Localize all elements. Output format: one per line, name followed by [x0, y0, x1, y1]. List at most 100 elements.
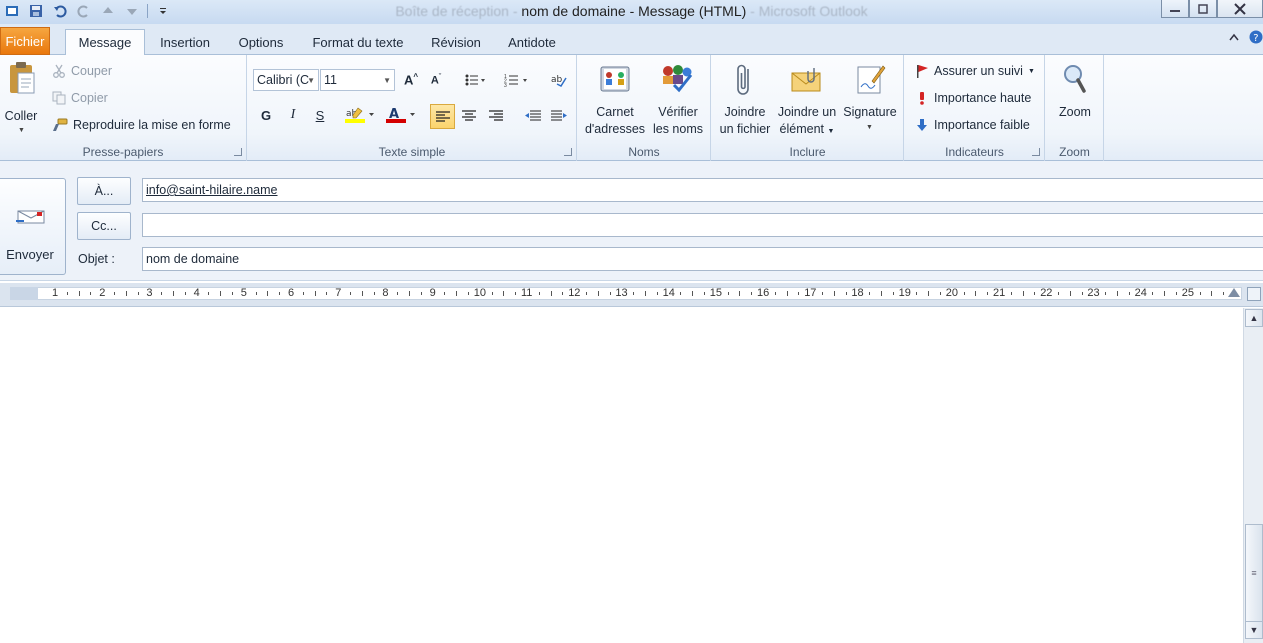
- font-name-value: Calibri (C: [257, 73, 310, 87]
- cut-button[interactable]: Couper: [52, 61, 112, 81]
- low-importance-button[interactable]: Importance faible: [915, 115, 1030, 135]
- ruler-tick: [1176, 292, 1177, 295]
- close-button[interactable]: [1217, 0, 1263, 18]
- shrink-font-button[interactable]: Aˇ: [425, 69, 447, 91]
- send-label: Envoyer: [6, 247, 54, 262]
- bullets-button[interactable]: [461, 69, 491, 91]
- zoom-button[interactable]: Zoom: [1048, 61, 1102, 141]
- scroll-up-button[interactable]: ▲: [1245, 309, 1263, 327]
- highlight-button[interactable]: ab: [342, 104, 378, 126]
- increase-indent-button[interactable]: [548, 105, 570, 127]
- italic-button[interactable]: I: [282, 104, 304, 126]
- include-group: Joindre un fichier Joindre un élément ▼ …: [712, 55, 904, 161]
- basic-text-group: Calibri (C ▼ 11 ▼ A^ Aˇ 123 ab G I S ab A: [248, 55, 577, 161]
- font-color-icon: A: [385, 106, 417, 124]
- bold-button[interactable]: G: [255, 104, 277, 126]
- ruler-tick: [1211, 291, 1213, 296]
- ruler-tick: [90, 292, 92, 295]
- tab-review[interactable]: Révision: [422, 29, 490, 55]
- ruler-tick: [538, 292, 540, 295]
- red-flag-icon: [915, 64, 929, 78]
- signature-button[interactable]: Signature ▼: [840, 61, 900, 141]
- attach-item-label-2: élément ▼: [776, 121, 838, 140]
- message-body[interactable]: [0, 308, 1243, 643]
- tab-message[interactable]: Message: [65, 29, 145, 56]
- scroll-down-button[interactable]: ▼: [1245, 621, 1263, 639]
- styles-button[interactable]: ab: [548, 69, 570, 91]
- ruler-tick: [137, 292, 139, 295]
- view-ruler-icon[interactable]: [1247, 287, 1261, 301]
- minimize-button[interactable]: [1161, 0, 1189, 18]
- ruler-number: 5: [240, 287, 247, 299]
- ruler-tick: [397, 292, 399, 295]
- ruler-tick: [468, 292, 469, 295]
- window-title-suffix: - Microsoft Outlook: [746, 3, 868, 19]
- right-indent-marker[interactable]: [1228, 288, 1240, 297]
- font-size-select[interactable]: 11 ▼: [320, 69, 395, 91]
- format-painter-button[interactable]: Reproduire la mise en forme: [52, 115, 231, 135]
- basic-text-dialog-launcher[interactable]: [564, 148, 572, 156]
- cc-button[interactable]: Cc...: [77, 212, 131, 240]
- tab-antidote[interactable]: Antidote: [498, 29, 566, 55]
- subject-field[interactable]: nom de domaine: [142, 247, 1263, 271]
- to-field[interactable]: info@saint-hilaire.name: [142, 178, 1263, 202]
- send-button[interactable]: Envoyer: [0, 178, 66, 275]
- ruler-number: 15: [709, 287, 723, 299]
- basic-text-group-label: Texte simple: [378, 145, 446, 159]
- address-book-button[interactable]: Carnet d'adresses: [582, 61, 648, 141]
- ruler-number: 4: [193, 287, 200, 299]
- check-names-button[interactable]: Vérifier les noms: [650, 61, 706, 141]
- decrease-indent-button[interactable]: [522, 105, 544, 127]
- align-right-button[interactable]: [485, 105, 507, 127]
- tab-insert[interactable]: Insertion: [150, 29, 220, 55]
- ruler-tick: [692, 291, 694, 296]
- scroll-thumb[interactable]: ≡: [1245, 524, 1263, 622]
- ruler-tick: [1199, 292, 1201, 295]
- align-left-button[interactable]: [430, 104, 455, 129]
- tab-file[interactable]: Fichier: [0, 27, 50, 55]
- to-button[interactable]: À...: [77, 177, 131, 205]
- title-bar: Boîte de réception - nom de domaine - Me…: [0, 0, 1263, 24]
- maximize-button[interactable]: [1189, 0, 1217, 18]
- high-importance-button[interactable]: Importance haute: [915, 88, 1031, 108]
- tab-options[interactable]: Options: [228, 29, 294, 55]
- chevron-down-icon: ▼: [383, 76, 391, 85]
- cc-field[interactable]: [142, 213, 1263, 237]
- collapse-ribbon-icon[interactable]: [1229, 33, 1239, 41]
- grow-font-button[interactable]: A^: [400, 69, 422, 91]
- numbering-button[interactable]: 123: [500, 69, 534, 91]
- paste-button[interactable]: Coller ▼: [2, 59, 42, 137]
- align-left-icon: [435, 110, 450, 123]
- ruler-number: 21: [993, 287, 1006, 299]
- ruler-tick: [173, 291, 174, 296]
- grip-icon: ≡: [1251, 568, 1257, 578]
- paperclip-icon: [736, 63, 754, 97]
- align-center-button[interactable]: [458, 105, 480, 127]
- svg-text:3: 3: [504, 83, 507, 87]
- copy-label: Copier: [71, 90, 108, 105]
- copy-button[interactable]: Copier: [52, 88, 108, 108]
- tags-dialog-launcher[interactable]: [1032, 148, 1040, 156]
- window-title-prefix: Boîte de réception -: [395, 3, 522, 19]
- font-color-button[interactable]: A: [383, 104, 419, 126]
- clipboard-dialog-launcher[interactable]: [234, 148, 242, 156]
- signature-icon: [856, 63, 886, 95]
- highlight-icon: ab: [344, 106, 376, 124]
- attach-file-button[interactable]: Joindre un fichier: [716, 61, 774, 141]
- ruler-number: 18: [851, 287, 864, 299]
- bold-label: G: [260, 107, 272, 123]
- tab-format-text[interactable]: Format du texte: [302, 29, 414, 55]
- follow-up-button[interactable]: Assurer un suivi ▼: [915, 61, 1035, 81]
- ruler-tick: [597, 291, 599, 296]
- underline-button[interactable]: S: [309, 104, 331, 126]
- attach-item-button[interactable]: Joindre un élément ▼: [776, 61, 838, 141]
- ruler-tick: [1069, 291, 1071, 296]
- ruler-tick: [326, 292, 328, 295]
- font-name-select[interactable]: Calibri (C ▼: [253, 69, 319, 91]
- ruler-number: 11: [521, 287, 533, 299]
- ruler-tick: [78, 291, 80, 296]
- vertical-scrollbar[interactable]: ▲ ≡ ▼: [1243, 308, 1263, 643]
- help-icon[interactable]: ?: [1249, 30, 1263, 44]
- ruler-tick: [845, 292, 847, 295]
- numbered-list-icon: 123: [504, 73, 530, 87]
